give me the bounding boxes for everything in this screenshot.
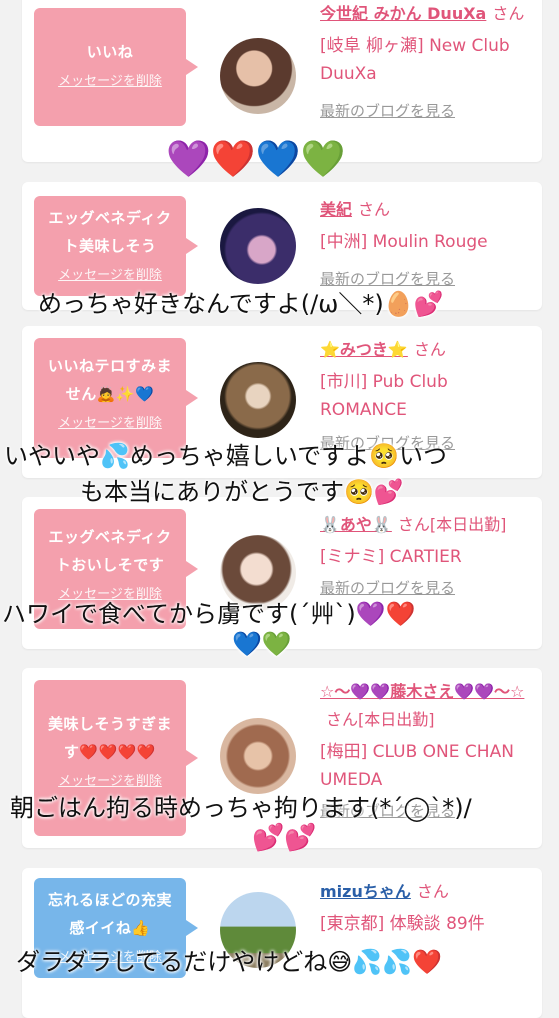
hearts-sticker: 💕💕 [252, 823, 317, 853]
sender-name-link[interactable]: 美紀 [320, 200, 352, 219]
message-text: 美味しそうすぎます❤️❤️❤️❤️ [47, 715, 172, 761]
shop-info: [東京都] 体験談 89件 [320, 914, 485, 934]
avatar[interactable] [220, 362, 296, 438]
message-text: いいね [86, 43, 134, 61]
latest-blog-link[interactable]: 最新のブログを見る [320, 100, 530, 121]
honorific: さん [413, 340, 446, 359]
avatar[interactable] [220, 208, 296, 284]
avatar[interactable] [220, 718, 296, 794]
sender-name-line: 🐰あや🐰 さん[本日出勤] [320, 511, 530, 539]
shop-info: [岐阜 柳ヶ瀬] New Club DuuXa [320, 36, 510, 84]
sender-name-link[interactable]: 今世紀 みかん DuuXa [320, 4, 486, 23]
shop-info: [市川] Pub Club ROMANCE [320, 372, 448, 420]
delete-message-link[interactable]: メッセージを削除 [42, 70, 178, 89]
message-bubble: いいね メッセージを削除 [34, 8, 198, 126]
hearts-sticker: 💜❤️💙💚 [166, 139, 346, 180]
caption-text: 💙💚 [232, 630, 292, 658]
delete-message-link[interactable]: メッセージを削除 [42, 412, 178, 431]
honorific: さん [416, 882, 449, 901]
delete-message-link[interactable]: メッセージを削除 [42, 264, 178, 283]
message-bubble: エッグベネディクト美味しそう メッセージを削除 [34, 196, 198, 296]
shop-info: [中洲] Moulin Rouge [320, 232, 488, 252]
caption-text: ダラダラしてるだけやけどね😅💦💦❤️ [16, 948, 442, 976]
sender-name-link[interactable]: ⭐みつき⭐ [320, 340, 408, 359]
message-text: いいねテロすみません🙇✨💙 [47, 357, 172, 403]
sender-name-line: ☆〜💜💜藤木さえ💜💜〜☆ さん[本日出勤] [320, 678, 530, 734]
message-card: いいね メッセージを削除 今世紀 みかん DuuXa さん [岐阜 柳ヶ瀬] Ne… [22, 0, 542, 162]
delete-message-link[interactable]: メッセージを削除 [42, 770, 178, 789]
honorific: さん[本日出勤] [326, 710, 435, 729]
message-text: 忘れるほどの充実感イイね👍 [47, 891, 172, 937]
message-text: エッグベネディクト美味しそう [48, 209, 172, 255]
sender-name-line: ⭐みつき⭐ さん [320, 336, 530, 364]
sender-name-link[interactable]: mizuちゃん [320, 882, 411, 901]
shop-info: [梅田] CLUB ONE CHAN UMEDA [320, 742, 514, 790]
sender-name-line: 今世紀 みかん DuuXa さん [320, 0, 530, 28]
sender-name-line: mizuちゃん さん [320, 878, 530, 906]
avatar[interactable] [220, 38, 296, 114]
message-text: エッグベネディクトおいしそです [48, 528, 172, 574]
honorific: さん [358, 200, 391, 219]
shop-info: [ミナミ] CARTIER [320, 547, 462, 567]
honorific: さん[本日出勤] [397, 515, 507, 534]
caption-text: も本当にありがとうです🥺💕 [80, 478, 404, 506]
sender-name-line: 美紀 さん [320, 196, 530, 224]
honorific: さん [492, 4, 525, 23]
sender-name-link[interactable]: 🐰あや🐰 [320, 515, 392, 534]
caption-text: めっちゃ好きなんですよ(/ω＼*)🥚💕 [38, 290, 444, 318]
caption-text: ハワイで食べてから虜です(´艸`)💜❤️ [2, 600, 416, 628]
sender-name-link[interactable]: ☆〜💜💜藤木さえ💜💜〜☆ [320, 682, 524, 701]
caption-text: いやいや💦めっちゃ嬉しいですよ🥺いつ [4, 442, 448, 470]
caption-text: 朝ごはん拘る時めっちゃ拘ります(*´◯`*)/ [10, 794, 472, 822]
